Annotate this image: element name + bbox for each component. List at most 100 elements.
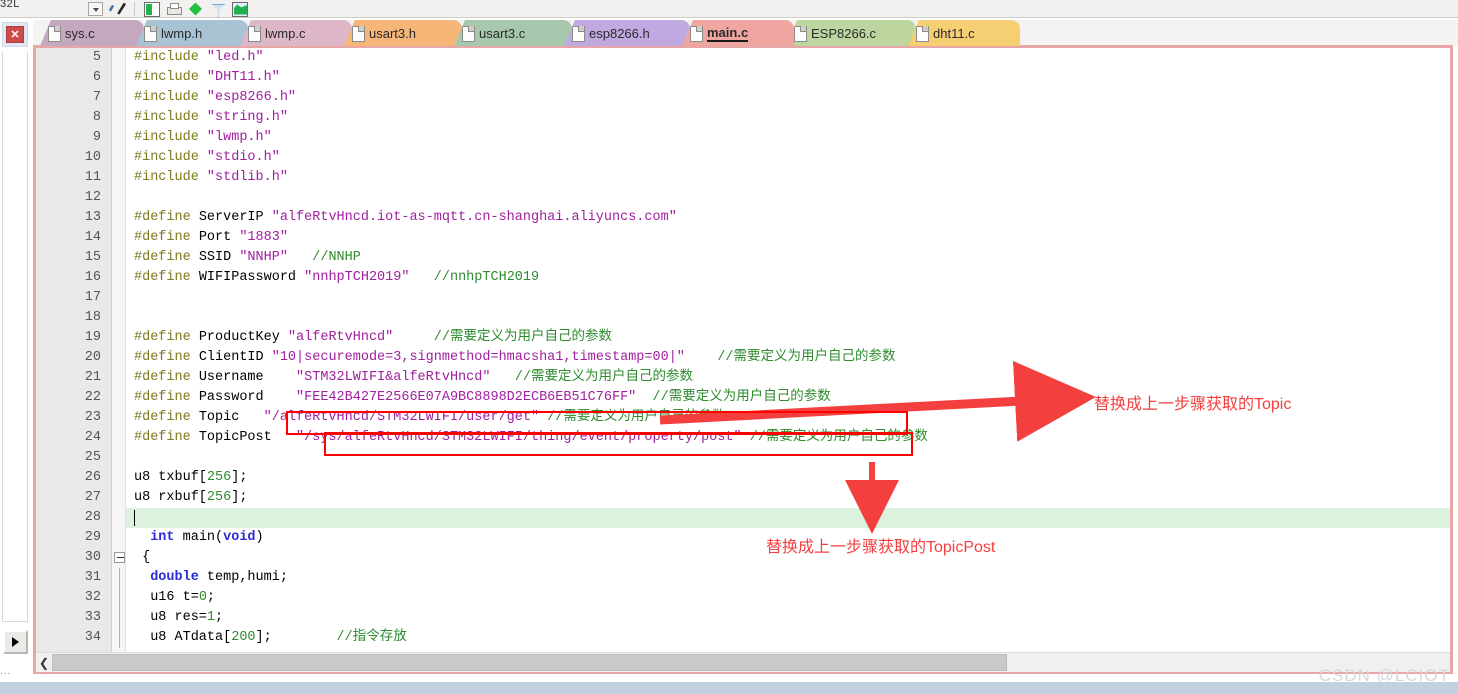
tab-esp8266-h[interactable]: esp8266.h [564,20,690,46]
tab-label: ESP8266.c [811,25,877,41]
code-text-area[interactable]: #include "led.h" #include "DHT11.h" #inclu… [126,48,1450,671]
dock-expand-arrow-button[interactable] [3,630,28,654]
code-line[interactable] [126,308,1450,328]
fold-cell [112,428,125,448]
code-line[interactable]: { [126,548,1450,568]
code-line[interactable]: u16 t=0; [126,588,1450,608]
tab-label: dht11.c [933,25,975,41]
code-line[interactable]: #define Port "1883" [126,228,1450,248]
left-dock-panel: ✕ ... [0,18,32,694]
keil-editor-window: 32L ✕ ... sys.c lwmp.h lwmp.c usart3.h usart… [0,0,1458,694]
line-number: 19 [84,330,101,345]
fold-guide-line [119,628,120,648]
code-line[interactable] [126,448,1450,468]
toolbar-left-text: 32L [0,0,20,10]
green-diamond-icon[interactable] [188,2,204,17]
code-line-text: #include "led.h" [134,50,264,65]
scrollbar-thumb[interactable] [52,654,1007,671]
fold-cell [112,568,125,588]
line-number: 27 [84,490,101,505]
code-line-text: u8 txbuf[256]; [134,470,248,485]
code-line[interactable]: u8 res=1; [126,608,1450,628]
caret-dropdown-icon[interactable] [88,2,103,16]
tab-lwmp-h[interactable]: lwmp.h [136,20,248,46]
code-line[interactable]: #define SSID "NNHP" //NNHP [126,248,1450,268]
tab-label: lwmp.c [265,25,306,41]
code-line[interactable]: #define ServerIP "alfeRtvHncd.iot-as-mqt… [126,208,1450,228]
fold-cell [112,128,125,148]
funnel-filter-icon[interactable] [210,2,226,17]
code-line[interactable]: #define Username "STM32LWIFI&alfeRtvHncd… [126,368,1450,388]
code-line-text: #define ProductKey "alfeRtvHncd" //需要定义为… [134,330,612,345]
line-number: 14 [84,230,101,245]
code-line-text: int main(void) [150,530,264,545]
line-number: 16 [84,270,101,285]
fold-cell [112,188,125,208]
code-line[interactable]: #include "string.h" [126,108,1450,128]
code-line[interactable]: #include "led.h" [126,48,1450,68]
tab-label: lwmp.h [161,25,203,41]
fold-cell [112,48,125,68]
code-line[interactable]: #include "lwmp.h" [126,128,1450,148]
code-line-text: u8 ATdata[200]; //指令存放 [134,630,407,645]
fold-cell [112,228,125,248]
code-line[interactable]: #define Password "FEE42B427E2566E07A9BC8… [126,388,1450,408]
fold-cell [112,68,125,88]
code-line-text: #include "stdio.h" [134,150,280,165]
fold-cell [112,348,125,368]
code-line[interactable] [126,508,1450,528]
file-document-icon [916,26,929,42]
tab-lwmp-c[interactable]: lwmp.c [240,20,352,46]
code-line-text: #define Password "FEE42B427E2566E07A9BC8… [134,390,831,405]
code-line[interactable]: u8 txbuf[256]; [126,468,1450,488]
code-line[interactable]: #define ProductKey "alfeRtvHncd" //需要定义为… [126,328,1450,348]
line-number: 25 [84,450,101,465]
tab-esp8266-c[interactable]: ESP8266.c [786,20,916,46]
code-line[interactable]: #define TopicPost "/sys/alfeRtvHncd/STM3… [126,428,1450,448]
fold-margin[interactable] [112,48,126,671]
text-cursor [134,510,135,526]
tab-dht11-c[interactable]: dht11.c [908,20,1020,46]
horizontal-scrollbar[interactable]: ❮ [36,652,1450,672]
tools-icon[interactable] [109,2,125,17]
code-line-text: u8 res=1; [134,610,224,625]
code-line[interactable]: #define ClientID "10|securemode=3,signme… [126,348,1450,368]
globe-web-icon[interactable] [232,1,248,17]
code-line[interactable]: #include "stdio.h" [126,148,1450,168]
code-line-text: #include "DHT11.h" [134,70,280,85]
line-number: 29 [84,530,101,545]
fold-guide-line [119,588,120,608]
file-document-icon [462,26,475,42]
code-line[interactable]: #include "DHT11.h" [126,68,1450,88]
printer-icon[interactable] [166,2,182,17]
code-line[interactable]: u8 ATdata[200]; //指令存放 [126,628,1450,648]
tab-usart3-h[interactable]: usart3.h [344,20,462,46]
tab-sys-c[interactable]: sys.c [40,20,144,46]
tab-label: usart3.c [479,25,526,41]
code-line[interactable] [126,288,1450,308]
code-line[interactable]: #define WIFIPassword "nnhpTCH2019" //nnh… [126,268,1450,288]
tab-label: main.c [707,24,749,42]
code-line[interactable] [126,188,1450,208]
code-line[interactable]: #include "stdlib.h" [126,168,1450,188]
line-number: 30 [84,550,101,565]
tab-usart3-c[interactable]: usart3.c [454,20,572,46]
fold-collapse-icon[interactable] [114,552,125,563]
green-square-icon[interactable] [144,1,160,17]
code-line[interactable]: int main(void) [126,528,1450,548]
tab-main-c[interactable]: main.c [682,20,794,46]
dock-overflow-dots[interactable]: ... [0,666,20,680]
code-line[interactable]: #include "esp8266.h" [126,88,1450,108]
scroll-left-arrow-icon[interactable]: ❮ [36,654,52,672]
code-line[interactable]: u8 rxbuf[256]; [126,488,1450,508]
file-tab-bar: sys.c lwmp.h lwmp.c usart3.h usart3.c esp8266… [33,20,1458,46]
file-document-icon [248,26,261,42]
fold-cell [112,168,125,188]
fold-cell [112,608,125,628]
code-line[interactable]: #define Topic "/alfeRtvHncd/STM32LWIFI/u… [126,408,1450,428]
line-number: 11 [84,170,101,185]
fold-cell [112,148,125,168]
code-line-text: #define TopicPost "/sys/alfeRtvHncd/STM3… [134,430,928,445]
dock-close-button[interactable]: ✕ [2,22,28,47]
code-line[interactable]: double temp,humi; [126,568,1450,588]
